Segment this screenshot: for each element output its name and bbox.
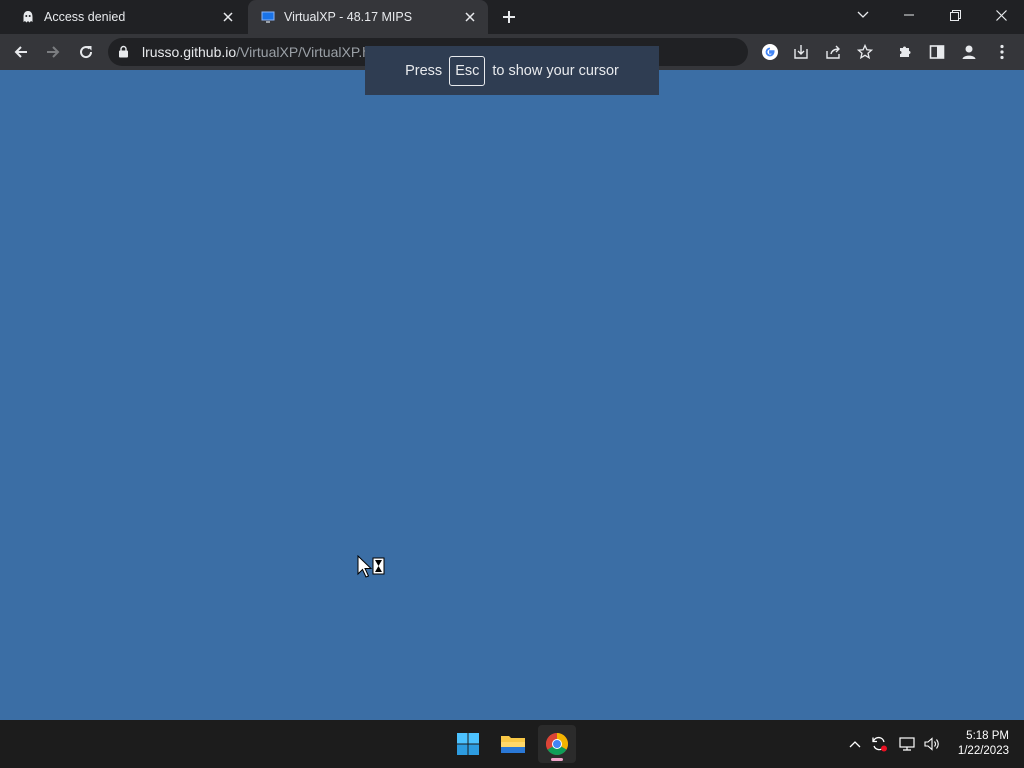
windows-taskbar: 5:18 PM 1/22/2023 [0,720,1024,768]
hint-suffix: to show your cursor [492,62,619,79]
monitor-icon [260,9,276,25]
pointer-lock-hint: Press Esc to show your cursor [365,46,659,95]
side-panel-icon[interactable] [923,38,951,66]
bookmark-star-icon[interactable] [851,38,879,66]
tab-title: Access denied [44,10,126,24]
url-path: /VirtualXP/VirtualXP.htm [236,44,386,60]
profile-avatar-icon[interactable] [955,38,983,66]
minimize-button[interactable] [886,0,932,30]
close-icon [995,9,1007,21]
tab-strip: Access denied VirtualXP - 48.17 MIPS [0,0,1024,34]
minimize-icon [904,14,914,16]
close-tab-icon[interactable] [460,7,480,27]
chrome-icon[interactable] [538,725,576,763]
reload-button[interactable] [72,38,100,66]
file-explorer-icon[interactable] [494,725,532,763]
lock-icon [118,45,129,63]
tab-title: VirtualXP - 48.17 MIPS [284,10,413,24]
clock-time: 5:18 PM [966,730,1009,742]
busy-cursor-icon [357,554,387,586]
close-window-button[interactable] [978,0,1024,30]
forward-button[interactable] [39,38,67,66]
restore-button[interactable] [932,0,978,30]
menu-kebab-icon[interactable] [988,38,1016,66]
share-icon[interactable] [819,38,847,66]
active-app-indicator [551,758,563,761]
arrow-right-icon [47,46,60,58]
tab-virtualxp[interactable]: VirtualXP - 48.17 MIPS [248,0,488,34]
google-icon[interactable] [756,38,784,66]
incognito-ghost-icon [20,9,36,25]
hint-prefix: Press [405,62,443,79]
reload-icon [80,46,93,59]
network-icon[interactable] [897,734,917,754]
tab-access-denied[interactable]: Access denied [8,0,246,34]
tab-search-button[interactable] [840,0,886,30]
arrow-left-icon [14,46,27,58]
esc-key-badge: Esc [449,55,486,86]
sync-alert-icon[interactable] [869,734,889,754]
new-tab-button[interactable] [498,6,520,28]
extensions-puzzle-icon[interactable] [891,38,919,66]
volume-icon[interactable] [922,734,942,754]
chevron-up-icon[interactable] [845,734,865,754]
url-text: lrusso.github.io/VirtualXP/VirtualXP.htm [142,44,386,60]
windows-start-icon[interactable] [449,725,487,763]
virtualxp-desktop[interactable] [0,70,1024,720]
url-host: lrusso.github.io [142,44,237,60]
chevron-down-icon [857,11,869,18]
system-clock[interactable]: 5:18 PM 1/22/2023 [958,729,1009,759]
restore-icon [949,9,961,21]
plus-icon [503,11,515,23]
clock-date: 1/22/2023 [957,745,1009,757]
close-tab-icon[interactable] [218,7,238,27]
install-app-icon[interactable] [787,38,815,66]
back-button[interactable] [7,38,35,66]
